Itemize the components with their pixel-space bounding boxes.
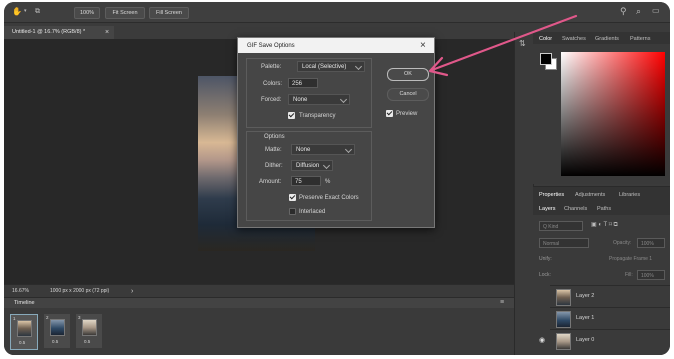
annotation-arrow xyxy=(428,14,578,77)
arrow-shaft xyxy=(430,14,578,72)
photoshop-window: ✋ ▾ ⧉ 100% Fit Screen Fill Screen ⚲ ⌕ ▭ … xyxy=(4,2,670,355)
